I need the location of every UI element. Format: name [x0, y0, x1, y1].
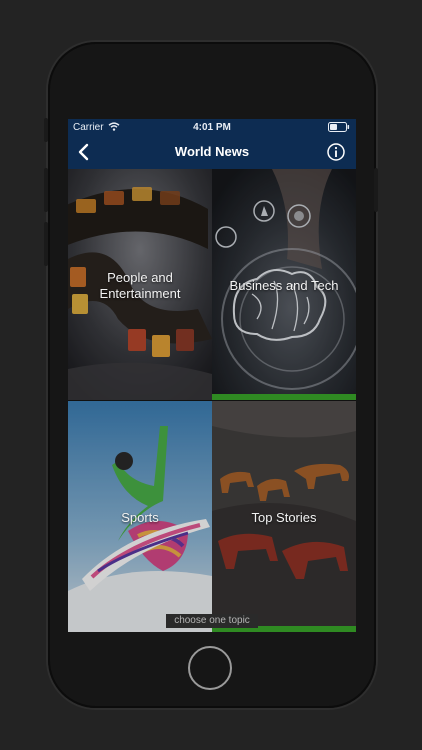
power-button: [374, 168, 378, 212]
topic-label: Sports: [121, 510, 159, 525]
info-icon: [327, 143, 345, 161]
topic-tile-sports[interactable]: Sports: [68, 401, 212, 632]
page-title: World News: [174, 144, 250, 159]
mute-switch: [44, 118, 48, 142]
status-bar: Carrier 4:01 PM: [68, 119, 356, 135]
topic-label: Top Stories: [251, 510, 317, 525]
volume-down-button: [44, 222, 48, 266]
topic-tile-business-tech[interactable]: Business and Tech: [212, 169, 356, 400]
hint-label: choose one topic: [166, 614, 258, 628]
topic-label: Business and Tech: [229, 278, 339, 293]
topic-grid: People and Entertainment Business and Te…: [68, 169, 356, 632]
status-time: 4:01 PM: [193, 122, 231, 133]
info-button[interactable]: [326, 142, 346, 162]
home-button[interactable]: [188, 646, 232, 690]
tile-bottom-strip: [212, 394, 356, 400]
topic-tile-people-entertainment[interactable]: People and Entertainment: [68, 169, 212, 400]
volume-up-button: [44, 168, 48, 212]
topic-tile-top-stories[interactable]: Top Stories: [212, 401, 356, 632]
navigation-bar: World News: [68, 135, 356, 169]
topic-label: People and Entertainment: [99, 270, 181, 301]
app-screen: Carrier 4:01 PM World News People and En…: [68, 119, 356, 632]
battery-icon: [328, 122, 350, 135]
